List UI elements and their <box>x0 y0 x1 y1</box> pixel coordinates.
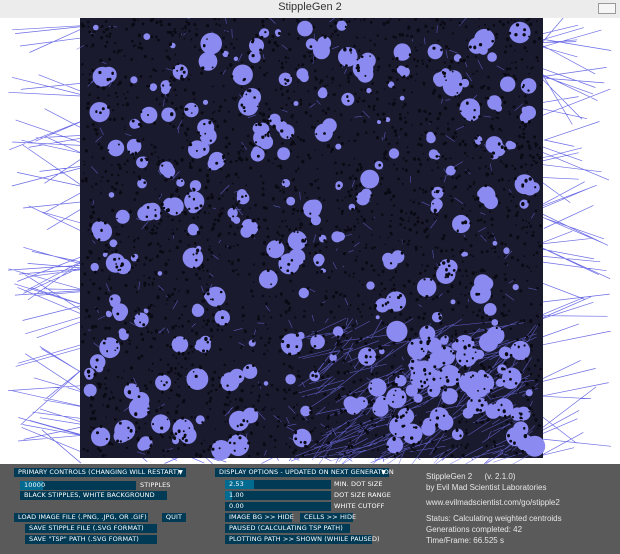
white-cutoff-label: WHITE CUTOFF <box>334 502 385 510</box>
white-cutoff-slider[interactable]: 0.00 <box>225 502 331 511</box>
window-control-button[interactable] <box>598 3 616 14</box>
min-dot-size-slider[interactable]: 2.53 <box>225 480 331 489</box>
plotting-path-toggle[interactable]: PLOTTING PATH >> SHOWN (WHILE PAUSED) <box>225 535 380 544</box>
dot-size-range-label: DOT SIZE RANGE <box>334 491 391 499</box>
min-dot-size-value: 2.53 <box>229 480 244 488</box>
dot-size-range-value: 1.00 <box>229 491 244 499</box>
status-text: Status: Calculating weighted centroids <box>426 514 562 523</box>
display-options-label: DISPLAY OPTIONS - UPDATED ON NEXT GENERA… <box>219 468 394 476</box>
primary-controls-label: PRIMARY CONTROLS (CHANGING WILL RESTART) <box>18 468 180 476</box>
dot-size-range-slider[interactable]: 1.00 <box>225 491 331 500</box>
chevron-down-icon: ▼ <box>381 469 386 476</box>
white-cutoff-value: 0.00 <box>229 502 244 510</box>
chevron-down-icon: ▼ <box>178 469 183 476</box>
window-title: StippleGen 2 <box>278 1 342 13</box>
stipples-label: STIPPLES <box>140 481 171 489</box>
stipples-slider[interactable]: 10000 <box>20 481 136 490</box>
title-bar: StippleGen 2 <box>0 0 620 19</box>
pause-toggle[interactable]: PAUSED (CALCULATING TSP PATH) <box>225 524 350 533</box>
app-name-line: StippleGen 2 (v. 2.1.0) <box>426 472 515 482</box>
load-image-button[interactable]: LOAD IMAGE FILE (.PNG, .JPG, OR .GIF) <box>14 513 148 522</box>
project-url[interactable]: www.evilmadscientist.com/go/stipple2 <box>426 498 560 508</box>
display-options-dropdown[interactable]: DISPLAY OPTIONS - UPDATED ON NEXT GENERA… <box>215 468 394 477</box>
time-frame-text: Time/Frame: 66.525 s <box>426 536 504 545</box>
cells-toggle[interactable]: CELLS >> HIDE <box>300 513 356 522</box>
background-mode-button[interactable]: BLACK STIPPLES, WHITE BACKGROUND <box>20 491 167 500</box>
stipples-value: 10000 <box>24 481 46 489</box>
min-dot-size-label: MIN. DOT SIZE <box>334 480 383 488</box>
image-bg-toggle[interactable]: IMAGE BG >> HIDE <box>225 513 294 522</box>
generations-text: Generations completed: 42 <box>426 525 523 534</box>
author-text: by Evil Mad Scientist Laboratories <box>426 483 547 492</box>
save-tsp-path-button[interactable]: SAVE "TSP" PATH (.SVG FORMAT) <box>25 535 157 544</box>
stipple-canvas[interactable] <box>0 18 620 464</box>
app-version: (v. 2.1.0) <box>484 472 516 481</box>
primary-controls-dropdown[interactable]: PRIMARY CONTROLS (CHANGING WILL RESTART)… <box>14 468 186 477</box>
app-name: StippleGen 2 <box>426 472 473 481</box>
quit-button[interactable]: QUIT <box>162 513 186 522</box>
control-panel: PRIMARY CONTROLS (CHANGING WILL RESTART)… <box>0 464 620 554</box>
save-stipple-svg-button[interactable]: SAVE STIPPLE FILE (.SVG FORMAT) <box>25 524 157 533</box>
